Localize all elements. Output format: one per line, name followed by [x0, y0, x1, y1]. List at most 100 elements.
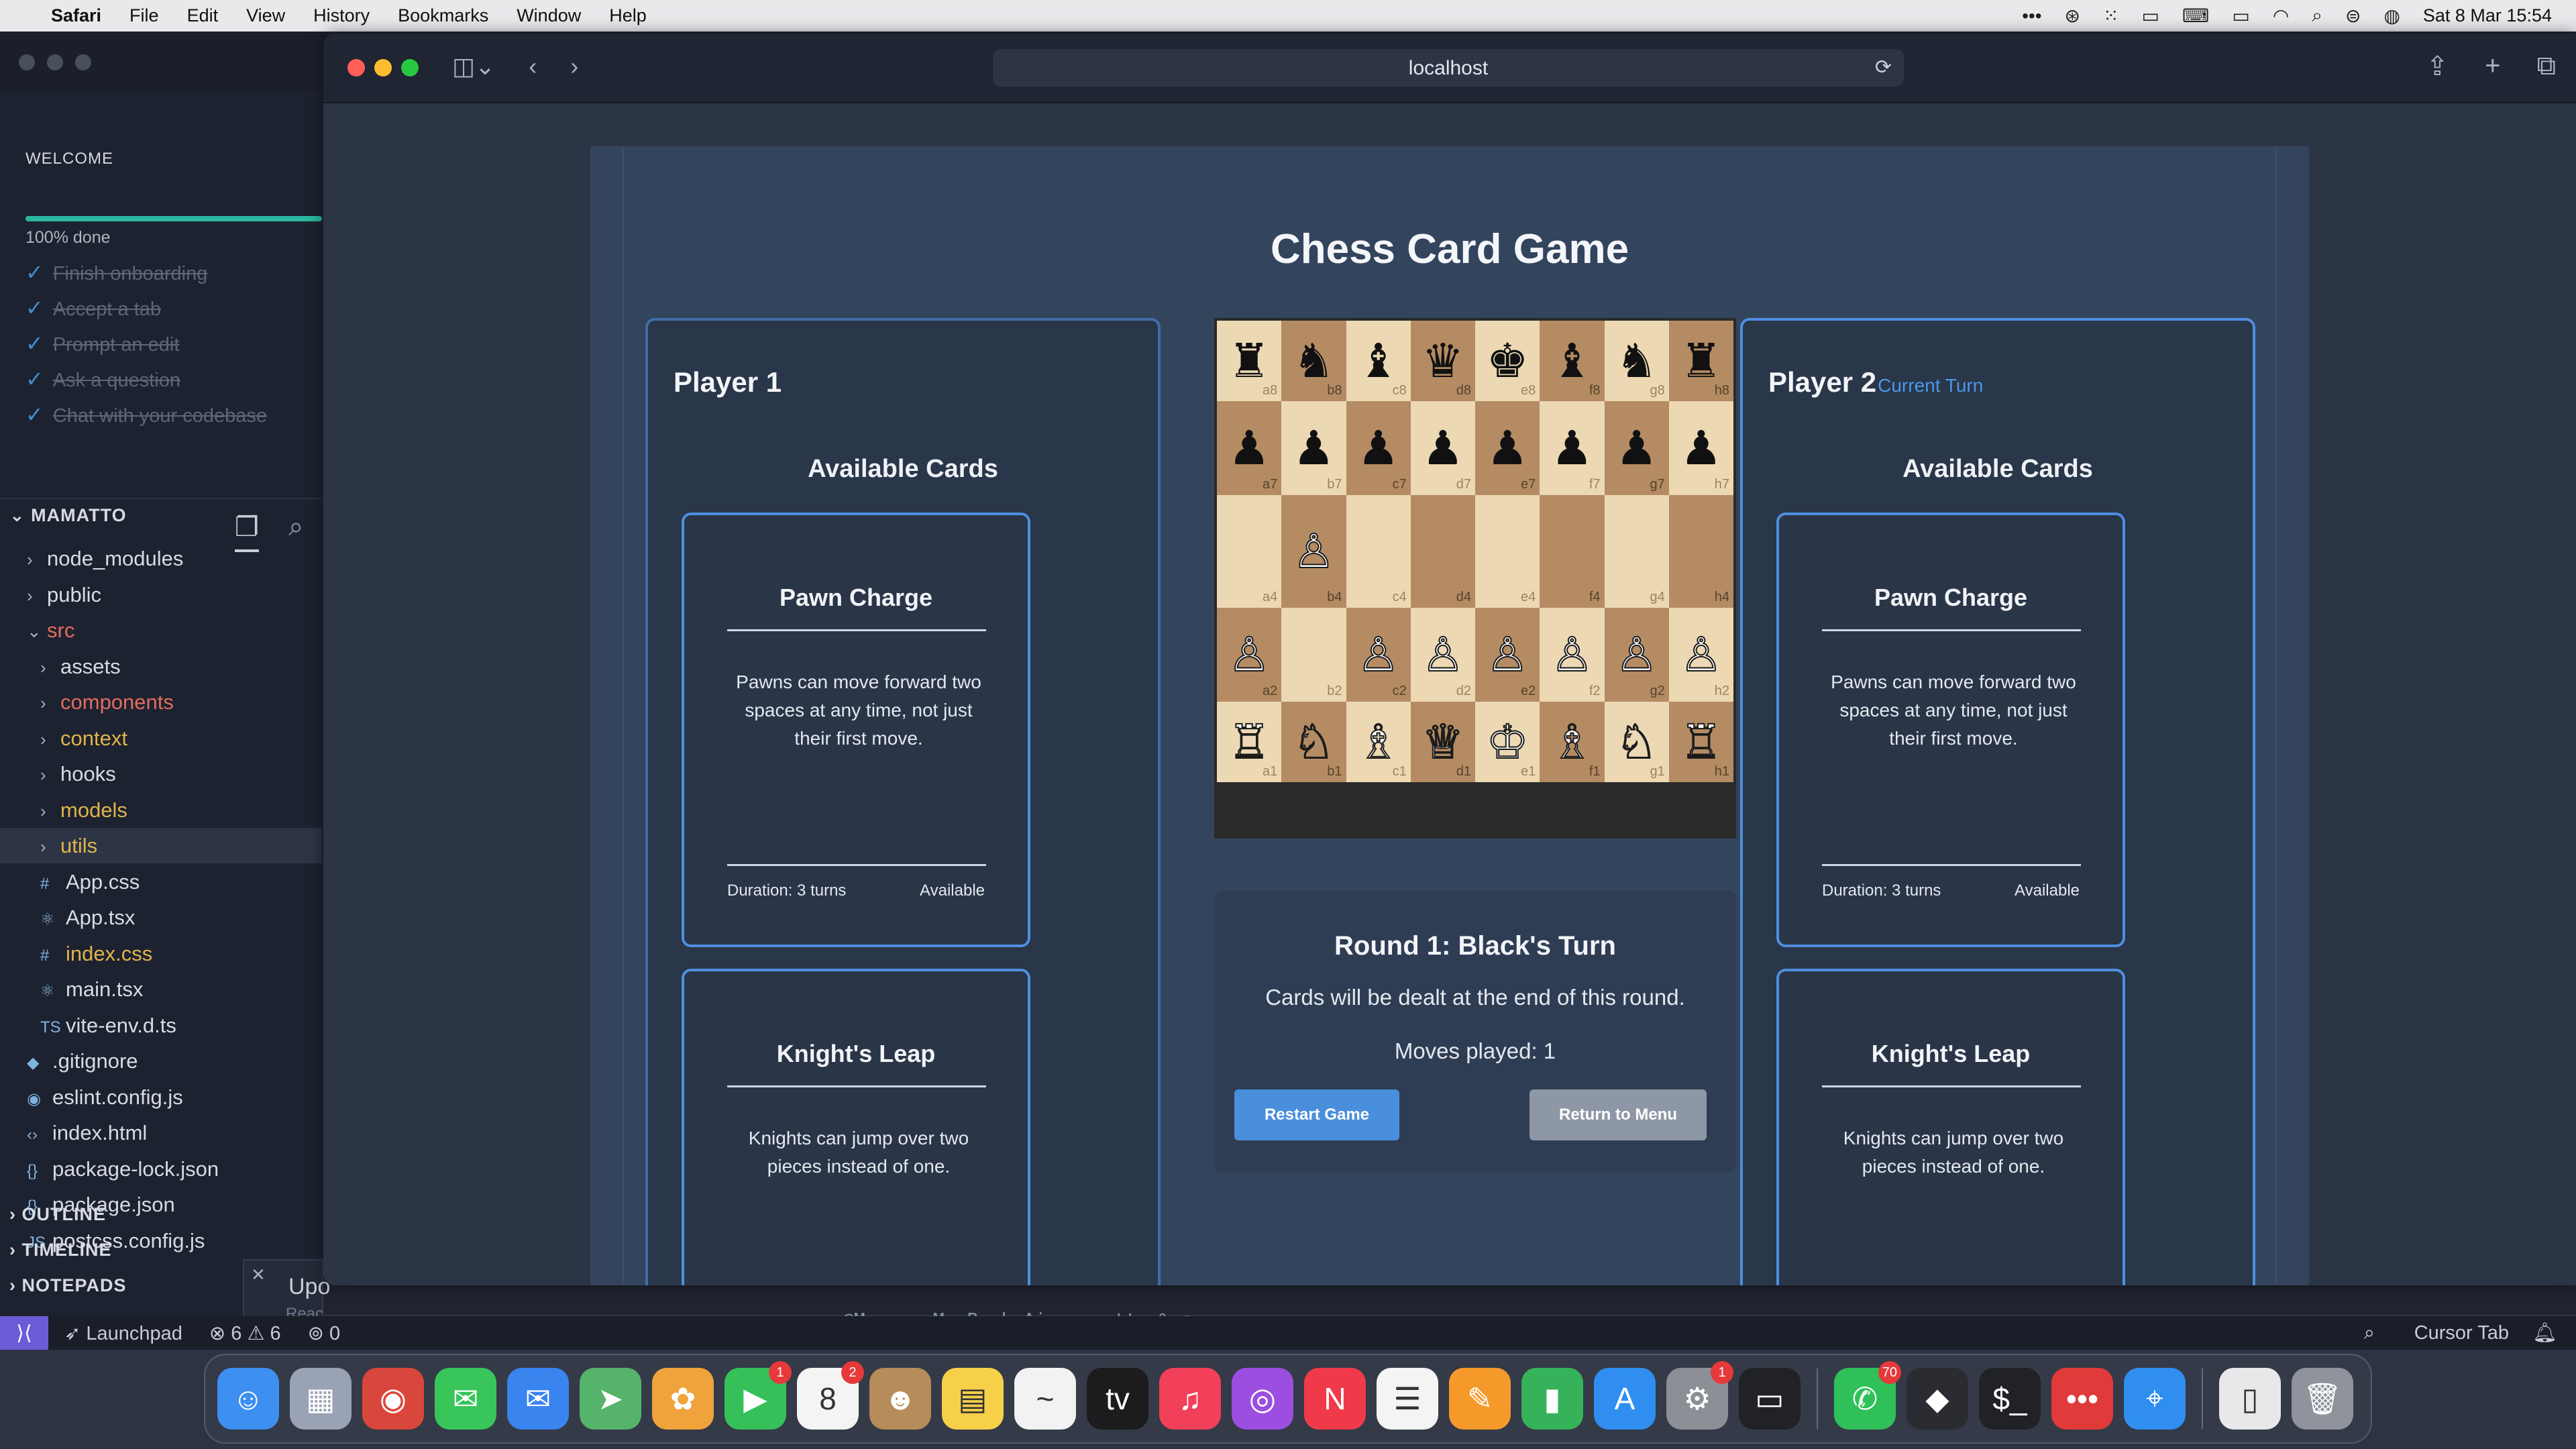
launchpad-status[interactable]: ➶ Launchpad [64, 1322, 182, 1345]
dock-cursor-icon[interactable]: ◆ [1907, 1368, 1968, 1430]
vscode-minimize-icon[interactable] [47, 54, 63, 70]
tree-folder[interactable]: › components [0, 684, 322, 720]
menu-history[interactable]: History [313, 5, 370, 26]
chess-piece-icon[interactable]: ♟ [1217, 419, 1281, 477]
chess-piece-icon[interactable]: ♝ [1540, 332, 1604, 390]
board-square[interactable]: ♝ c8 [1346, 321, 1411, 401]
board-square[interactable]: ♖ h1 [1668, 702, 1733, 782]
dock-app-store-icon[interactable]: A [1594, 1368, 1656, 1430]
close-icon[interactable]: ✕ [251, 1265, 266, 1285]
board-square[interactable]: ♘ g1 [1604, 702, 1669, 782]
tree-folder[interactable]: › public [0, 577, 322, 612]
chess-piece-icon[interactable]: ♛ [1411, 332, 1475, 390]
tree-folder[interactable]: ⌄ src [0, 612, 322, 648]
dock-safari-icon[interactable]: ⌖ [2124, 1368, 2186, 1430]
board-square[interactable]: ♟ c7 [1346, 401, 1411, 495]
menu-window[interactable]: Window [517, 5, 581, 26]
return-to-menu-button[interactable]: Return to Menu [1529, 1089, 1707, 1140]
chess-piece-icon[interactable]: ♚ [1475, 332, 1540, 390]
chess-piece-icon[interactable]: ♞ [1281, 332, 1346, 390]
chatgpt-icon[interactable]: ⊛ [2065, 5, 2080, 27]
board-square[interactable]: ♙ g2 [1604, 608, 1669, 702]
dock-pages-icon[interactable]: ✎ [1449, 1368, 1511, 1430]
dock-maps-icon[interactable]: ➤ [580, 1368, 641, 1430]
chess-piece-icon[interactable]: ♟ [1475, 419, 1540, 477]
board-square[interactable]: ♙ e2 [1475, 608, 1540, 702]
tree-folder[interactable]: › context [0, 720, 322, 756]
board-square[interactable]: ♙ b4 [1281, 495, 1346, 608]
tree-folder[interactable]: › utils [0, 828, 322, 863]
zoom-window-icon[interactable] [401, 59, 419, 76]
chess-piece-icon[interactable]: ♟ [1605, 419, 1669, 477]
chess-piece-icon[interactable]: ♙ [1346, 626, 1411, 684]
dock-mail-icon[interactable]: ✉ [507, 1368, 569, 1430]
menu-help[interactable]: Help [609, 5, 647, 26]
tree-file[interactable]: TS vite-env.d.ts [0, 1008, 322, 1043]
board-square[interactable]: ♗ c1 [1346, 702, 1411, 782]
keyboard-input-icon[interactable]: ⌨ [2182, 5, 2209, 27]
board-square[interactable]: ♙ a2 [1217, 608, 1282, 702]
board-square[interactable]: b2 [1281, 608, 1346, 702]
dock-terminal-icon[interactable]: $_ [1979, 1368, 2041, 1430]
chess-piece-icon[interactable]: ♟ [1281, 419, 1346, 477]
chess-piece-icon[interactable]: ♞ [1605, 332, 1669, 390]
control-center-icon[interactable]: ⊜ [2345, 5, 2361, 27]
tree-file[interactable]: ◉ eslint.config.js [0, 1079, 322, 1115]
problems-status[interactable]: ⊗ 6 ⚠ 6 [209, 1322, 281, 1345]
tree-folder[interactable]: › assets [0, 649, 322, 684]
chess-piece-icon[interactable]: ♖ [1669, 713, 1733, 771]
minimize-window-icon[interactable] [374, 59, 392, 76]
explorer-project-header[interactable]: ⌄ MAMATTO [9, 505, 127, 526]
board-square[interactable]: ♗ f1 [1540, 702, 1605, 782]
dock-finder-icon[interactable]: ☺ [217, 1368, 279, 1430]
chess-piece-icon[interactable]: ♙ [1217, 626, 1281, 684]
board-square[interactable]: f4 [1540, 495, 1605, 608]
card-knights-leap[interactable]: Knight's Leap Knights can jump over two … [1776, 969, 2125, 1285]
tab-overview-icon[interactable]: ⧉ [2536, 51, 2556, 82]
board-square[interactable]: ♟ a7 [1217, 401, 1282, 495]
chess-piece-icon[interactable]: ♟ [1411, 419, 1475, 477]
remote-icon[interactable]: ⟩⟨ [0, 1316, 48, 1350]
tree-folder[interactable]: › node_modules [0, 541, 322, 576]
dock-freeform-icon[interactable]: ~ [1014, 1368, 1076, 1430]
dock-music-icon[interactable]: ♫ [1159, 1368, 1221, 1430]
dock-calendar-icon[interactable]: 82 [797, 1361, 864, 1430]
menu-edit[interactable]: Edit [187, 5, 219, 26]
siri-icon[interactable]: ◍ [2383, 5, 2400, 27]
board-square[interactable]: ♙ d2 [1410, 608, 1475, 702]
board-square[interactable]: c4 [1346, 495, 1411, 608]
dock-podcasts-icon[interactable]: ◎ [1232, 1368, 1293, 1430]
reload-icon[interactable]: ⟳ [1875, 56, 1892, 79]
board-square[interactable]: g4 [1604, 495, 1669, 608]
chess-piece-icon[interactable]: ♙ [1475, 626, 1540, 684]
dock-news-icon[interactable]: N [1304, 1368, 1366, 1430]
new-tab-icon[interactable]: + [2485, 51, 2500, 82]
chess-piece-icon[interactable]: ♙ [1540, 626, 1604, 684]
board-square[interactable]: ♟ e7 [1475, 401, 1540, 495]
address-bar[interactable]: localhost ⟳ [993, 49, 1904, 87]
chess-piece-icon[interactable]: ♜ [1217, 332, 1281, 390]
cursor-tab-status[interactable]: Cursor Tab [2414, 1322, 2509, 1344]
share-icon[interactable]: ⇪ [2426, 51, 2449, 82]
zoom-icon[interactable]: ⌕ [2364, 1322, 2375, 1344]
menu-view[interactable]: View [246, 5, 285, 26]
chess-piece-icon[interactable]: ♟ [1346, 419, 1411, 477]
board-square[interactable]: ♙ h2 [1668, 608, 1733, 702]
tree-file[interactable]: ⚛ App.tsx [0, 900, 322, 935]
chess-piece-icon[interactable]: ♝ [1346, 332, 1411, 390]
tree-folder[interactable]: › models [0, 792, 322, 828]
chess-piece-icon[interactable]: ♘ [1281, 713, 1346, 771]
chess-piece-icon[interactable]: ♗ [1346, 713, 1411, 771]
card-knights-leap[interactable]: Knight's Leap Knights can jump over two … [682, 969, 1030, 1285]
board-square[interactable]: ♙ f2 [1540, 608, 1605, 702]
tree-file[interactable]: ⚛ main.tsx [0, 971, 322, 1007]
todo-item[interactable]: ✓ Accept a tab [25, 295, 161, 321]
board-square[interactable]: ♔ e1 [1475, 702, 1540, 782]
chess-piece-icon[interactable]: ♕ [1411, 713, 1475, 771]
chess-piece-icon[interactable]: ♙ [1281, 523, 1346, 580]
dock-contacts-icon[interactable]: ☻ [869, 1368, 931, 1430]
dock-whatsapp-icon[interactable]: ✆ 70 [1834, 1361, 1901, 1430]
board-square[interactable]: ♛ d8 [1410, 321, 1475, 401]
menu-app-name[interactable]: Safari [51, 5, 101, 26]
chess-piece-icon[interactable]: ♙ [1605, 626, 1669, 684]
